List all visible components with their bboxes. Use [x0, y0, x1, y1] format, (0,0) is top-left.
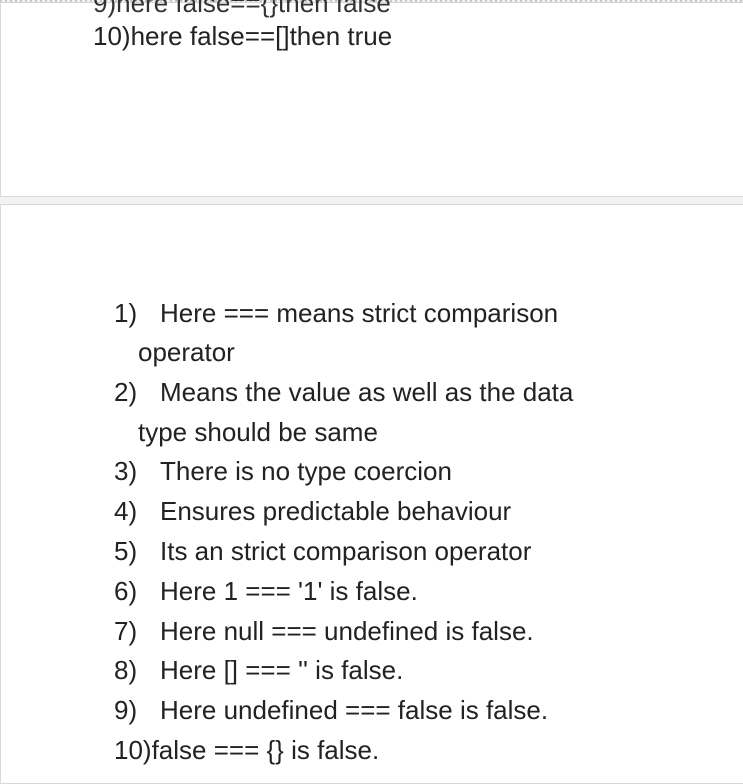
list-item-text: Here === means strict comparison [160, 298, 559, 328]
list-item: 8) Here [] === '' is false. [114, 655, 403, 685]
list-item: 3) There is no type coercion [114, 456, 452, 486]
list-item-text: Here undefined === false is false. [160, 695, 549, 725]
list-item-text: There is no type coercion [160, 456, 452, 486]
list-item-text: Here [] === '' is false. [160, 655, 404, 685]
list-item-number: 4) [114, 496, 138, 526]
list-item-number: 7) [114, 616, 138, 646]
partial-line-cut-off: 9)here false=={}then false [93, 0, 391, 18]
top-list-item-10: 10)here false==[]then true [93, 21, 393, 51]
list-item: 6) Here 1 === '1' is false. [114, 576, 418, 606]
list-item-continuation: type should be same [138, 417, 378, 447]
list-item-number: 6) [114, 576, 138, 606]
list-item: 9) Here undefined === false is false. [114, 695, 548, 725]
list-item: 2) Means the value as well as the data [114, 377, 573, 407]
list-item: 10)false === {} is false. [114, 735, 379, 765]
list-item-text: Its an strict comparison operator [160, 536, 532, 566]
list-item-text: false === {} is false. [151, 735, 380, 765]
list-item: 4) Ensures predictable behaviour [114, 496, 511, 526]
list-item-text: Ensures predictable behaviour [160, 496, 512, 526]
list-item: 1) Here === means strict comparison [114, 298, 558, 328]
answer-panel-top: 9)here false=={}then false 10)here false… [0, 0, 743, 197]
list-item-continuation: operator [138, 337, 235, 367]
list-item: 7) Here null === undefined is false. [114, 616, 534, 646]
list-item: 5) Its an strict comparison operator [114, 536, 531, 566]
list-item-number: 3) [114, 456, 138, 486]
list-item-number: 10) [114, 735, 152, 765]
list-item-number: 5) [114, 536, 138, 566]
list-item-number: 2) [114, 377, 138, 407]
answer-panel-bottom: 1) Here === means strict comparison opera… [0, 204, 743, 784]
list-item-number: 9) [114, 695, 138, 725]
list-item-text: Here 1 === '1' is false. [160, 576, 418, 606]
list-item-text: Here null === undefined is false. [160, 616, 534, 646]
list-item-number: 1) [114, 298, 138, 328]
list-item-number: 8) [114, 655, 138, 685]
list-item-text: Means the value as well as the data [160, 377, 574, 407]
